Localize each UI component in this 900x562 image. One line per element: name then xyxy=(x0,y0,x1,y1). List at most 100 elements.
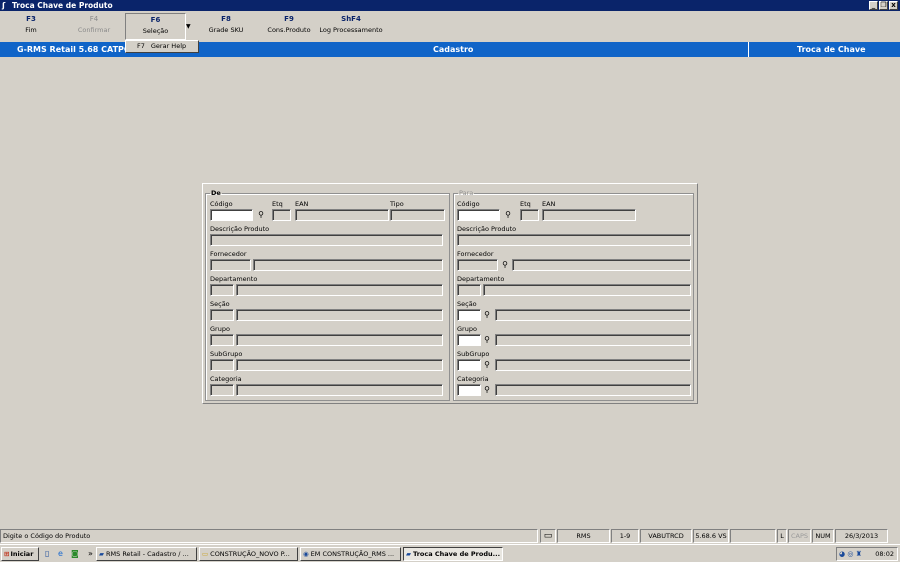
windows-taskbar: ⊞Iniciar ▯ e ◙ » ▰ RMS Retail - Cadastro … xyxy=(0,544,900,562)
de-etq-label: Etq xyxy=(272,200,283,208)
de-fornecedor-label: Fornecedor xyxy=(210,250,247,258)
para-grupo-label: Grupo xyxy=(457,325,477,333)
maximize-button[interactable]: ❐ xyxy=(879,1,888,10)
cons-produto-label: Cons.Produto xyxy=(267,26,311,34)
task-label: RMS Retail - Cadastro / ... xyxy=(106,550,189,558)
selecao-label: Seleção xyxy=(142,27,169,35)
fim-button[interactable]: F3 Fim xyxy=(14,13,48,40)
taskbar-item-em-construcao[interactable]: ◉ EM CONSTRUÇÃO_RMS ... xyxy=(300,547,401,561)
para-grupo-search-icon[interactable]: ⚲ xyxy=(481,334,493,346)
para-ean-label: EAN xyxy=(542,200,556,208)
minimize-button[interactable]: _ xyxy=(869,1,878,10)
windows-logo-icon: ⊞ xyxy=(4,550,10,558)
cons-produto-button[interactable]: F9 Cons.Produto xyxy=(264,13,314,40)
de-codigo-input[interactable] xyxy=(210,209,253,221)
form-panel: De Código Etq EAN Tipo ⚲ Descrição Produ… xyxy=(202,183,698,404)
taskbar-item-construcao-folder[interactable]: ▭ CONSTRUÇÃO_NOVO P... xyxy=(199,547,298,561)
task-label: EM CONSTRUÇÃO_RMS ... xyxy=(310,550,395,558)
de-ean-label: EAN xyxy=(295,200,309,208)
fim-label: Fim xyxy=(25,26,37,34)
para-secao-label: Seção xyxy=(457,300,477,308)
de-tipo-label: Tipo xyxy=(390,200,404,208)
quicklaunch-app-icon[interactable]: ◙ xyxy=(71,548,79,560)
status-page: 1-9 xyxy=(611,529,639,543)
chevron-down-icon[interactable]: ▼ xyxy=(186,23,191,30)
para-codigo-search-icon[interactable]: ⚲ xyxy=(502,209,514,221)
status-date: 26/3/2013 xyxy=(835,529,888,543)
close-button[interactable]: x xyxy=(889,1,898,10)
quicklaunch-chevron[interactable]: » xyxy=(88,548,93,560)
status-num: NUM xyxy=(812,529,834,543)
de-categoria-code-field xyxy=(210,384,234,396)
selecao-button[interactable]: F6 Seleção xyxy=(125,13,186,40)
de-codigo-label: Código xyxy=(210,200,233,208)
function-key-toolbar: F3 Fim F4 Confirmar F6 Seleção ▼ F8 Grad… xyxy=(0,11,900,41)
gerar-help-label: Gerar Help xyxy=(150,42,187,50)
log-processamento-label: Log Processamento xyxy=(319,26,383,34)
de-tipo-field xyxy=(390,209,445,221)
de-codigo-search-icon[interactable]: ⚲ xyxy=(255,209,267,221)
confirmar-button[interactable]: F4 Confirmar xyxy=(72,13,116,40)
grade-sku-label: Grade SKU xyxy=(208,26,244,34)
para-descricao-field xyxy=(457,234,691,246)
para-codigo-input[interactable] xyxy=(457,209,500,221)
status-l: L xyxy=(777,529,787,543)
folder-icon: ▭ xyxy=(202,550,209,558)
gerar-help-menu-item[interactable]: F7 Gerar Help xyxy=(125,40,199,53)
status-bar: Digite o Código do Produto ▭ RMS 1-9 VAB… xyxy=(0,529,900,543)
de-fornecedor-code-field xyxy=(210,259,251,271)
para-departamento-code-field xyxy=(457,284,481,296)
de-ean-field xyxy=(295,209,389,221)
para-subgrupo-label: SubGrupo xyxy=(457,350,490,358)
tray-icons[interactable]: ◕ ◎ ♜ xyxy=(839,548,862,560)
fim-key: F3 xyxy=(26,15,36,23)
para-secao-search-icon[interactable]: ⚲ xyxy=(481,309,493,321)
gerar-help-key: F7 xyxy=(137,42,145,50)
de-subgrupo-code-field xyxy=(210,359,234,371)
para-categoria-search-icon[interactable]: ⚲ xyxy=(481,384,493,396)
para-subgrupo-name-field xyxy=(495,359,691,371)
cons-produto-key: F9 xyxy=(284,15,294,23)
system-version-label: G-RMS Retail 5.68 CATPC R xyxy=(17,45,139,54)
confirmar-key: F4 xyxy=(89,15,99,23)
de-grupo-label: Grupo xyxy=(210,325,230,333)
status-message: Digite o Código do Produto xyxy=(0,529,538,543)
de-fornecedor-name-field xyxy=(253,259,443,271)
module-label: Cadastro xyxy=(433,45,474,54)
taskbar-item-rms-cadastro[interactable]: ▰ RMS Retail - Cadastro / ... xyxy=(96,547,197,561)
para-grupo-code-input[interactable] xyxy=(457,334,481,346)
de-subgrupo-name-field xyxy=(236,359,443,371)
para-categoria-code-input[interactable] xyxy=(457,384,481,396)
de-departamento-name-field xyxy=(236,284,443,296)
start-label: Iniciar xyxy=(10,550,34,558)
de-descricao-field xyxy=(210,234,443,246)
para-secao-code-input[interactable] xyxy=(457,309,481,321)
de-secao-name-field xyxy=(236,309,443,321)
log-processamento-button[interactable]: ShF4 Log Processamento xyxy=(318,13,384,40)
grade-sku-key: F8 xyxy=(221,15,231,23)
para-secao-name-field xyxy=(495,309,691,321)
ie-icon[interactable]: e xyxy=(58,548,63,560)
rms-app-icon: ▰ xyxy=(406,550,411,558)
para-subgrupo-code-input[interactable] xyxy=(457,359,481,371)
para-fornecedor-label: Fornecedor xyxy=(457,250,494,258)
para-etq-field xyxy=(520,209,539,221)
status-program: VABUTRCD xyxy=(640,529,692,543)
grade-sku-button[interactable]: F8 Grade SKU xyxy=(206,13,246,40)
taskbar-item-troca-chave[interactable]: ▰ Troca Chave de Produ... xyxy=(403,547,503,561)
app-icon: ʃ xyxy=(2,1,6,10)
window-controls: _ ❐ x xyxy=(869,1,898,10)
de-descricao-label: Descrição Produto xyxy=(210,225,270,233)
clipboard-icon: ▭ xyxy=(540,529,556,543)
rms-app-icon: ▰ xyxy=(99,550,104,558)
para-subgrupo-search-icon[interactable]: ⚲ xyxy=(481,359,493,371)
window-titlebar: ʃ Troca Chave de Produto _ ❐ x xyxy=(0,0,900,11)
confirmar-label: Confirmar xyxy=(77,26,111,34)
de-secao-code-field xyxy=(210,309,234,321)
show-desktop-icon[interactable]: ▯ xyxy=(45,548,49,560)
header-divider xyxy=(748,42,749,57)
para-grupo-name-field xyxy=(495,334,691,346)
start-button[interactable]: ⊞Iniciar xyxy=(1,547,39,561)
para-fornecedor-code-field xyxy=(457,259,498,271)
para-fornecedor-search-icon[interactable]: ⚲ xyxy=(499,259,511,271)
